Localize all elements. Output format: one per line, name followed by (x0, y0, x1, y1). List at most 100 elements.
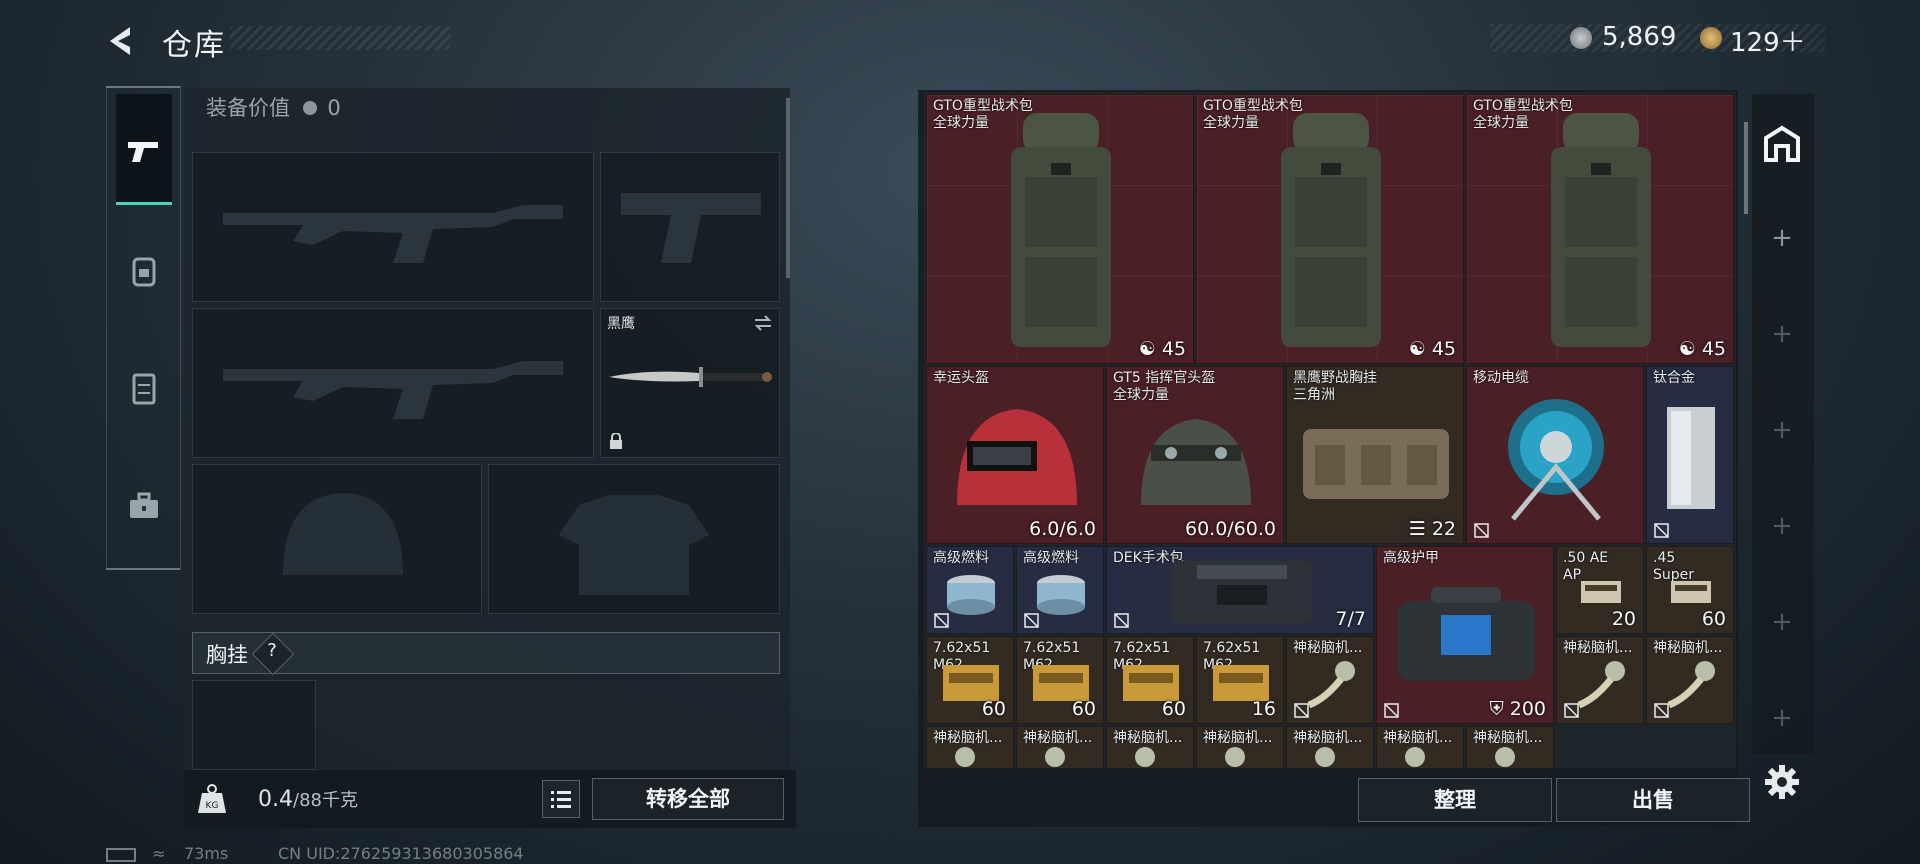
backpack-item-icon (1011, 113, 1111, 347)
rail-divider (106, 86, 180, 88)
inventory-item[interactable]: 神秘脑机... (926, 726, 1014, 768)
inventory-item[interactable]: 7.62x51M62 60 (1016, 636, 1104, 724)
brain-chip-icon (1135, 747, 1155, 767)
inventory-item[interactable]: 高级护甲 ⛨ 200 (1376, 546, 1554, 724)
case-icon[interactable] (124, 486, 164, 526)
title-decoration (230, 26, 450, 50)
sell-button[interactable]: 出售 (1556, 778, 1750, 822)
helmet-slot[interactable] (192, 464, 482, 614)
brain-chip-icon (1577, 661, 1625, 709)
vest-icon[interactable] (124, 368, 164, 408)
svg-text:KG: KG (206, 801, 219, 811)
list-view-button[interactable] (542, 780, 580, 818)
item-name: 钛合金 (1653, 370, 1695, 386)
inventory-item[interactable]: 神秘脑机... (1556, 636, 1644, 724)
brain-chip-icon (955, 747, 975, 767)
add-tab-icon[interactable]: + (1770, 609, 1794, 635)
inventory-item[interactable]: 高级燃料 (926, 546, 1014, 634)
weight-readout: 0.4/88千克 (258, 786, 358, 812)
inventory-item[interactable]: 黑鹰野战胸挂 三角洲 ☰ 22 (1286, 366, 1464, 544)
inventory-item[interactable]: 神秘脑机... (1376, 726, 1464, 768)
helmet-silhouette-icon (283, 493, 403, 575)
no-trade-icon (1024, 613, 1039, 628)
item-count-value: 45 (1701, 338, 1726, 360)
list-icon (551, 791, 571, 808)
chest-rig-slot[interactable] (192, 680, 316, 770)
add-tab-icon[interactable]: + (1770, 417, 1794, 443)
item-name: 7.62x51 (933, 640, 991, 656)
rifle-silhouette-icon (223, 361, 563, 419)
item-count-value: 45 (1161, 338, 1186, 360)
item-name: 高级燃料 (933, 550, 989, 566)
armor-bag-icon (1397, 587, 1535, 681)
inventory-item[interactable]: 神秘脑机... (1106, 726, 1194, 768)
melee-name: 黑鹰 (607, 316, 635, 332)
inventory-item[interactable]: .45 Super 60 (1646, 546, 1734, 634)
brain-chip-icon (1045, 747, 1065, 767)
item-count: 6.0/6.0 (1029, 518, 1096, 540)
inventory-item[interactable]: 7.62x51M62 16 (1196, 636, 1284, 724)
help-text: ? (267, 640, 277, 661)
no-trade-icon (1294, 703, 1309, 718)
secondary-weapon-slot[interactable] (192, 308, 594, 458)
silver-amount: 5,869 (1602, 22, 1677, 52)
inventory-item[interactable]: 神秘脑机... (1286, 636, 1374, 724)
inventory-item[interactable]: 高级燃料 (1016, 546, 1104, 634)
item-subname: 三角洲 (1293, 387, 1335, 403)
scrollbar[interactable] (786, 98, 790, 278)
no-trade-icon (1474, 523, 1489, 538)
inventory-item[interactable]: 7.62x51M62 60 (1106, 636, 1194, 724)
inventory-item[interactable]: 移动电缆 (1466, 366, 1644, 544)
item-count-value: 45 (1431, 338, 1456, 360)
inventory-item[interactable]: 幸运头盔 6.0/6.0 (926, 366, 1104, 544)
gear-icon[interactable] (1764, 764, 1800, 800)
inventory-item[interactable]: 神秘脑机... (1016, 726, 1104, 768)
inventory-item[interactable]: .50 AE AP 20 (1556, 546, 1644, 634)
add-tab-icon[interactable]: + (1770, 225, 1794, 251)
inventory-item[interactable]: GTO重型战术包 全球力量 ☯ 45 (1466, 94, 1734, 364)
helmet-item-icon (957, 409, 1077, 505)
melee-slot[interactable]: 黑鹰 (600, 308, 780, 458)
brain-chip-icon (1495, 747, 1515, 767)
inventory-item[interactable]: 7.62x51M62 60 (926, 636, 1014, 724)
gold-amount[interactable]: 129＋ (1730, 22, 1806, 59)
inventory-item[interactable]: GTO重型战术包 全球力量 ☯ 45 (1196, 94, 1464, 364)
armor-slot[interactable] (488, 464, 780, 614)
pistol-icon[interactable] (124, 132, 164, 172)
brain-chip-icon (1315, 747, 1335, 767)
inventory-item[interactable]: 神秘脑机... (1466, 726, 1554, 768)
primary-weapon-slot[interactable] (192, 152, 594, 302)
item-count: 60 (1161, 698, 1186, 720)
swap-icon[interactable] (753, 315, 773, 331)
no-trade-icon (1654, 703, 1669, 718)
inventory-item[interactable]: 神秘脑机... (1646, 636, 1734, 724)
item-count: ☯ 45 (1408, 338, 1456, 360)
inventory-item[interactable]: DEK手术包 7/7 (1106, 546, 1374, 634)
item-subname: 全球力量 (1203, 115, 1259, 131)
add-tab-icon[interactable]: + (1770, 705, 1794, 731)
transfer-all-button[interactable]: 转移全部 (592, 778, 784, 820)
fuel-can-icon (947, 575, 995, 615)
inventory-item[interactable]: 钛合金 (1646, 366, 1734, 544)
item-name: 高级护甲 (1383, 550, 1439, 566)
inventory-item[interactable]: GTO重型战术包 全球力量 ☯ 45 (926, 94, 1194, 364)
knife-icon (609, 367, 772, 387)
inventory-item[interactable]: 神秘脑机... (1286, 726, 1374, 768)
warehouse-icon[interactable] (1762, 124, 1802, 164)
rail-divider (106, 568, 180, 570)
item-name: 7.62x51 (1203, 640, 1261, 656)
inventory-item[interactable]: GT5 指挥官头盔 全球力量 60.0/60.0 (1106, 366, 1284, 544)
item-name: 神秘脑机... (1293, 640, 1363, 656)
add-tab-icon[interactable]: + (1770, 321, 1794, 347)
backpack-icon[interactable] (124, 250, 164, 290)
silver-coin-icon (302, 101, 317, 115)
pistol-slot[interactable] (600, 152, 780, 302)
scrollbar[interactable] (1744, 122, 1748, 214)
inventory-item[interactable]: 神秘脑机... (1196, 726, 1284, 768)
item-count-value: 22 (1431, 518, 1456, 540)
add-tab-icon[interactable]: + (1770, 513, 1794, 539)
sort-button[interactable]: 整理 (1358, 778, 1552, 822)
brain-chip-icon (1405, 747, 1425, 767)
back-arrow-icon[interactable] (104, 24, 138, 58)
item-name: 7.62x51 (1023, 640, 1081, 656)
